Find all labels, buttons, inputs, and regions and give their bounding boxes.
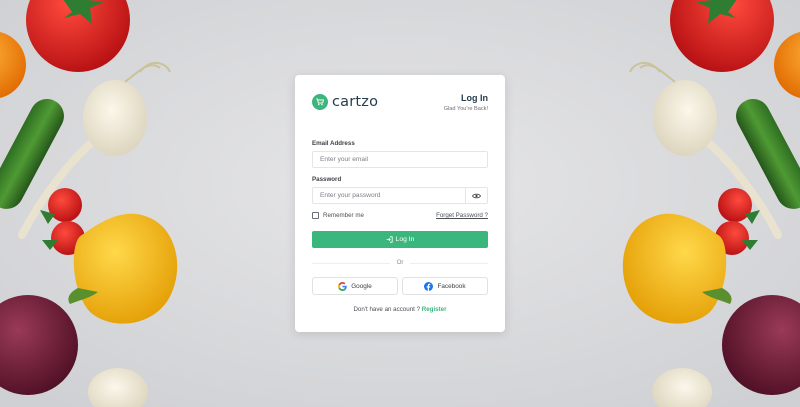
- login-button-label: Log In: [395, 236, 415, 243]
- email-field[interactable]: Enter your email: [312, 151, 488, 168]
- login-card: cartzo Log In Glad You're Back! Email Ad…: [295, 75, 505, 332]
- email-label: Email Address: [312, 140, 355, 147]
- email-placeholder: Enter your email: [320, 156, 369, 163]
- password-field[interactable]: Enter your password: [312, 187, 488, 204]
- google-icon: [338, 281, 347, 291]
- login-arrow-icon: [386, 236, 393, 243]
- brand-logo[interactable]: cartzo: [312, 94, 378, 110]
- page-title: Log In: [461, 93, 488, 103]
- page-subtitle: Glad You're Back!: [443, 106, 488, 112]
- facebook-label: Facebook: [437, 282, 466, 290]
- remember-label: Remember me: [323, 212, 364, 219]
- google-login-button[interactable]: Google: [312, 277, 398, 295]
- remember-me[interactable]: Remember me: [312, 212, 364, 219]
- forgot-password-link[interactable]: Forget Password ?: [436, 212, 488, 219]
- password-label: Password: [312, 176, 342, 183]
- facebook-icon: [424, 281, 434, 291]
- login-button[interactable]: Log In: [312, 231, 488, 248]
- eye-icon: [472, 193, 481, 198]
- register-prompt: Don't have an account ? Register: [295, 306, 505, 313]
- password-placeholder: Enter your password: [320, 192, 381, 199]
- remember-checkbox[interactable]: [312, 212, 319, 219]
- facebook-login-button[interactable]: Facebook: [402, 277, 488, 295]
- register-prompt-text: Don't have an account ?: [353, 306, 421, 313]
- google-label: Google: [351, 282, 372, 290]
- register-link[interactable]: Register: [422, 306, 447, 313]
- brand-name: cartzo: [332, 94, 379, 110]
- cart-icon: [312, 94, 328, 110]
- divider-right: [410, 263, 488, 264]
- toggle-password-button[interactable]: [465, 188, 487, 203]
